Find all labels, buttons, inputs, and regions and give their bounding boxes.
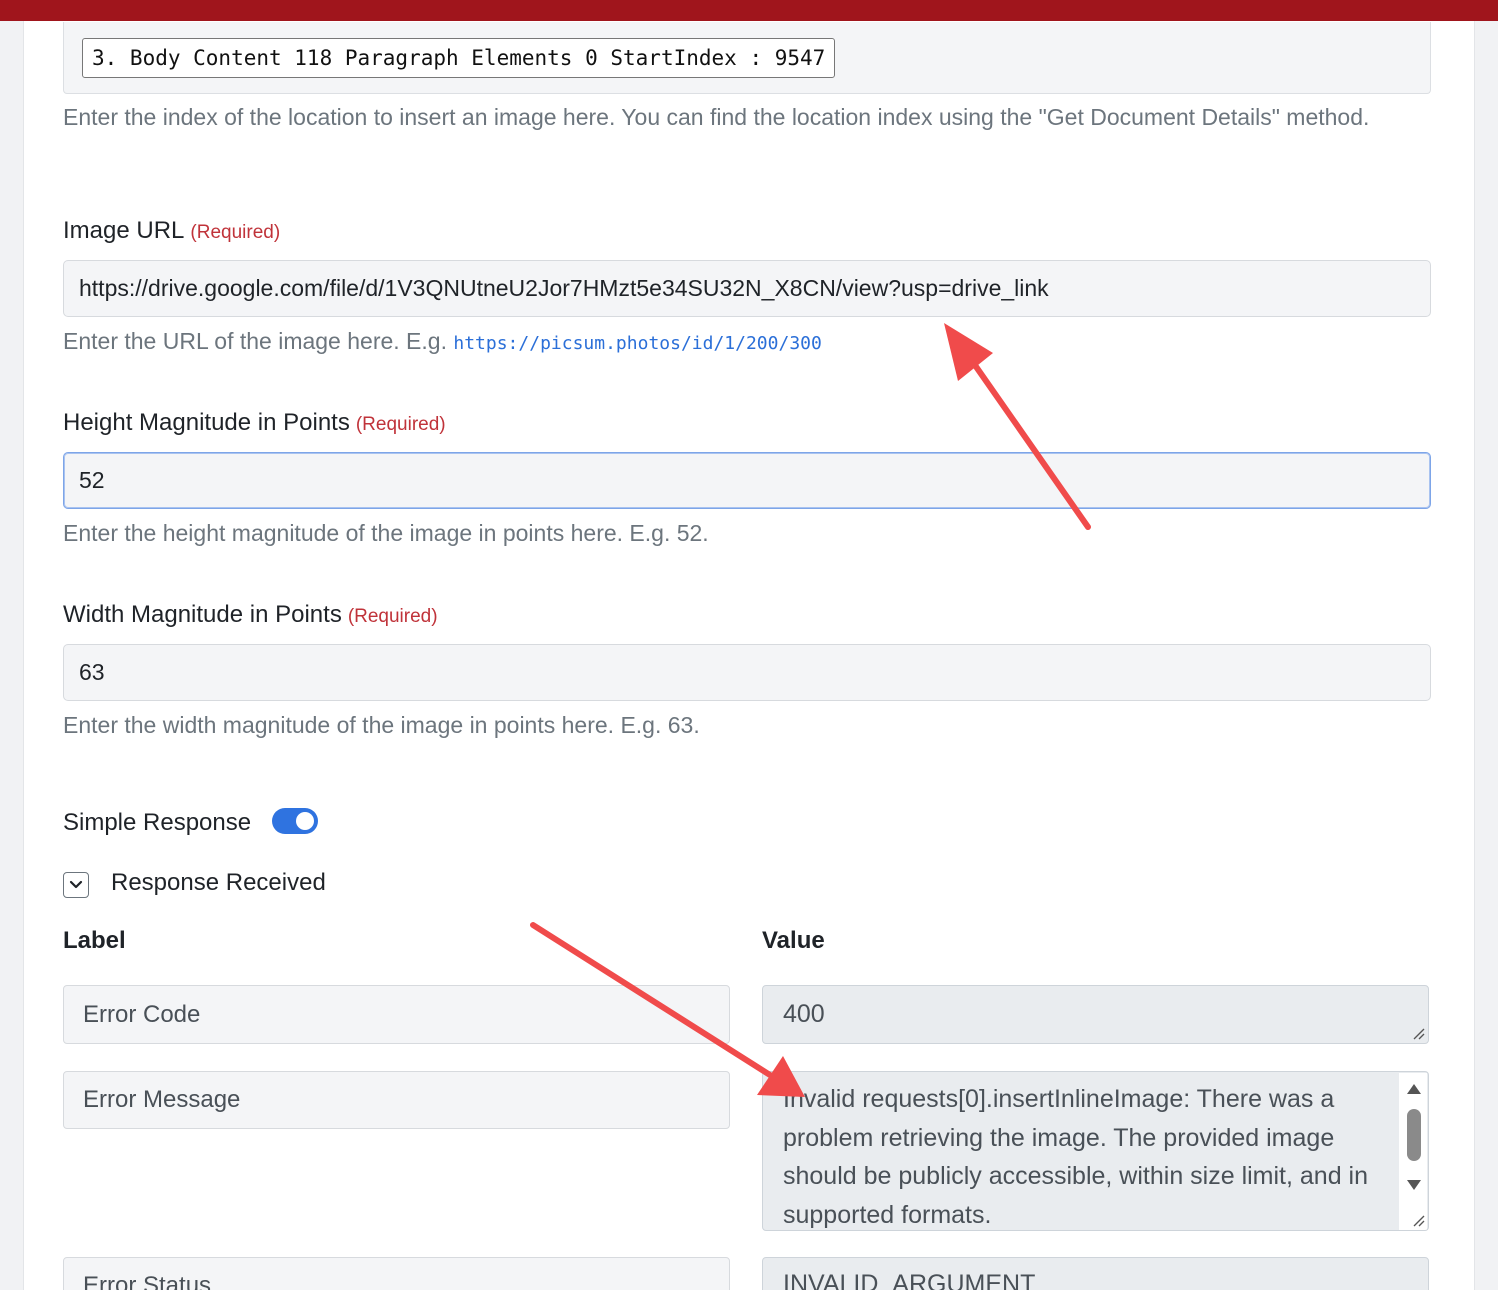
response-title: Response Received [111, 869, 326, 896]
error-message-label: Error Message [83, 1086, 241, 1113]
image-url-label: Image URL (Required) [63, 217, 280, 245]
error-message-value-field[interactable]: Invalid requests[0].insertInlineImage: T… [762, 1071, 1429, 1231]
response-collapse-button[interactable] [63, 872, 89, 898]
width-label-text: Width Magnitude in Points [63, 601, 342, 628]
label-column-header: Label [63, 927, 126, 954]
error-code-value-field[interactable]: 400 [762, 985, 1429, 1044]
error-message-label-field[interactable]: Error Message [63, 1071, 730, 1129]
location-index-help: Enter the index of the location to inser… [63, 104, 1370, 130]
image-url-value: https://drive.google.com/file/d/1V3QNUtn… [79, 275, 1049, 301]
width-label: Width Magnitude in Points (Required) [63, 601, 438, 629]
location-index-chip[interactable]: 3. Body Content 118 Paragraph Elements 0… [82, 38, 836, 78]
width-input[interactable]: 63 [63, 644, 1431, 701]
required-marker: (Required) [355, 414, 446, 435]
resize-handle-icon[interactable] [1413, 1215, 1425, 1227]
error-status-label: Error Status [83, 1272, 212, 1290]
simple-response-toggle[interactable] [272, 808, 318, 834]
error-status-value-field[interactable]: INVALID_ARGUMENT [762, 1257, 1429, 1290]
scrollbar-thumb[interactable] [1407, 1109, 1421, 1161]
scrollbar[interactable] [1399, 1073, 1427, 1230]
image-url-label-text: Image URL [63, 217, 185, 244]
scroll-down-icon[interactable] [1406, 1179, 1422, 1191]
resize-handle-icon[interactable] [1413, 1028, 1425, 1040]
error-code-label-field[interactable]: Error Code [63, 985, 730, 1044]
scroll-up-icon[interactable] [1406, 1083, 1422, 1095]
image-url-help: Enter the URL of the image here. E.g. ht… [63, 326, 822, 359]
required-marker: (Required) [190, 222, 281, 243]
location-index-field[interactable]: 3. Body Content 118 Paragraph Elements 0… [63, 22, 1431, 94]
height-help: Enter the height magnitude of the image … [63, 520, 709, 546]
height-label: Height Magnitude in Points (Required) [63, 409, 446, 437]
simple-response-label: Simple Response [63, 809, 252, 836]
height-value: 52 [79, 467, 105, 493]
height-label-text: Height Magnitude in Points [63, 409, 350, 436]
image-url-input[interactable]: https://drive.google.com/file/d/1V3QNUtn… [63, 260, 1431, 317]
width-value: 63 [79, 659, 105, 685]
image-url-example: https://picsum.photos/id/1/200/300 [453, 333, 822, 354]
error-code-value: 400 [783, 1000, 825, 1028]
top-bar [0, 0, 1498, 21]
error-message-value: Invalid requests[0].insertInlineImage: T… [783, 1085, 1369, 1229]
height-input[interactable]: 52 [63, 452, 1431, 509]
value-column-header: Value [762, 927, 825, 954]
image-url-help-text: Enter the URL of the image here. E.g. [63, 328, 447, 354]
required-marker: (Required) [347, 606, 438, 627]
chevron-down-icon [69, 880, 83, 889]
error-status-label-field[interactable]: Error Status [63, 1257, 730, 1290]
toggle-knob [296, 812, 314, 830]
error-status-value: INVALID_ARGUMENT [783, 1270, 1036, 1290]
error-code-label: Error Code [83, 1000, 201, 1028]
width-help: Enter the width magnitude of the image i… [63, 712, 700, 738]
